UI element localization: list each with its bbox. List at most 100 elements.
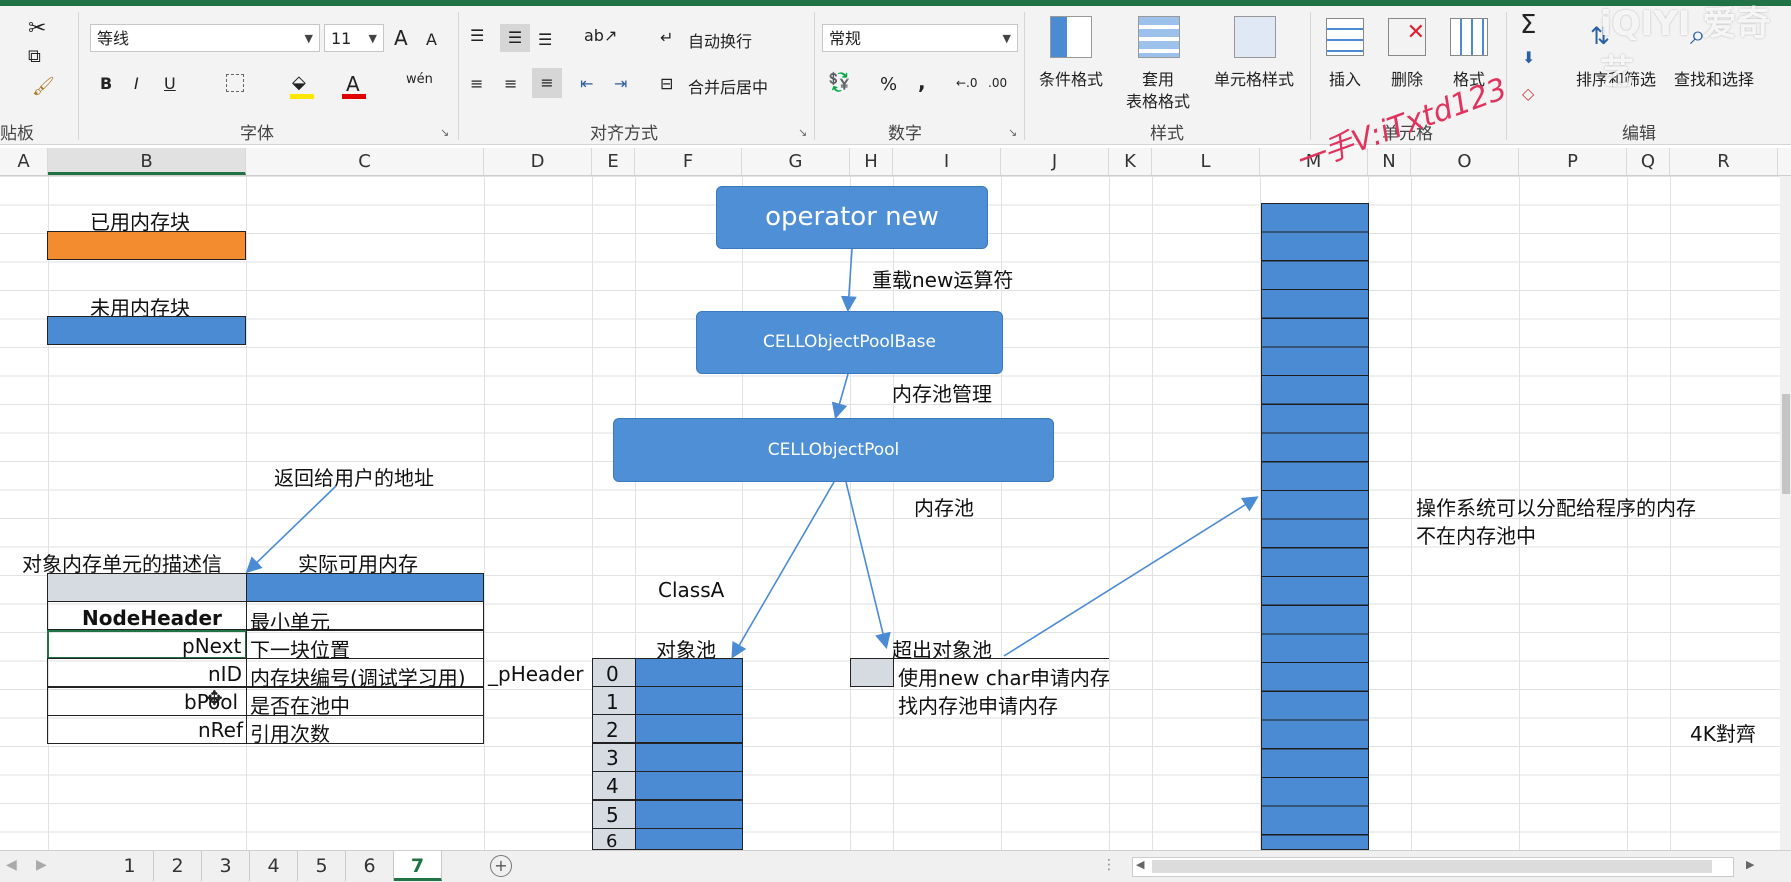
column-header[interactable]: R <box>1670 148 1778 175</box>
tab-scroll-left-icon[interactable]: ◀ <box>6 857 17 873</box>
grow-font-button[interactable]: A <box>394 26 408 50</box>
scroll-right-arrow-icon[interactable]: ▶ <box>1746 858 1754 871</box>
vertical-scroll-thumb[interactable] <box>1782 394 1790 494</box>
cell-styles-button[interactable]: 单元格样式 <box>1204 66 1304 90</box>
alignment-group-label: 对齐方式 <box>590 124 658 144</box>
conditional-format-icon[interactable] <box>1050 16 1092 58</box>
cut-icon[interactable]: ✂ <box>28 16 46 41</box>
column-header[interactable]: K <box>1109 148 1152 175</box>
mem-pool-label: 内存池 <box>914 496 974 520</box>
column-header[interactable]: D <box>484 148 592 175</box>
orientation-icon[interactable]: ab↗ <box>584 26 617 45</box>
align-middle-icon[interactable]: ☰ <box>500 24 530 52</box>
add-sheet-icon[interactable]: + <box>490 855 512 877</box>
iqiyi-watermark: iQIYI 爱奇艺 <box>1600 4 1771 93</box>
pool-index: 5 <box>606 803 619 827</box>
autosum-button[interactable]: Σ <box>1520 10 1536 40</box>
row-name: pNext <box>182 634 242 658</box>
align-left-icon[interactable]: ≡ <box>470 74 483 93</box>
legend-used-swatch <box>47 231 246 260</box>
classA-label: ClassA <box>658 578 725 602</box>
dialog-launcher-icon[interactable]: ↘ <box>1008 126 1017 139</box>
column-header[interactable]: E <box>592 148 635 175</box>
font-color-button[interactable]: A <box>346 72 360 96</box>
comma-button[interactable]: , <box>918 70 926 94</box>
align-right-icon[interactable]: ≡ <box>532 68 562 98</box>
column-header[interactable]: J <box>1001 148 1109 175</box>
percent-button[interactable]: % <box>880 74 897 95</box>
clear-icon[interactable]: ◇ <box>1522 84 1534 103</box>
format-as-table-line1[interactable]: 套用 <box>1120 66 1196 90</box>
sheet-tab[interactable]: 3 <box>202 851 250 881</box>
fill-color-icon[interactable]: ⬙ <box>292 72 306 93</box>
row-name: nID <box>208 662 242 686</box>
sheet-tab-active[interactable]: 7 <box>394 851 442 881</box>
column-header[interactable]: A <box>0 148 48 175</box>
copy-icon[interactable]: ⧉ <box>28 46 41 67</box>
column-header[interactable]: Q <box>1627 148 1670 175</box>
column-header[interactable]: B <box>48 148 246 175</box>
gridline <box>850 176 851 850</box>
format-icon[interactable] <box>1450 18 1488 56</box>
tab-scroll-right-icon[interactable]: ▶ <box>36 857 47 873</box>
dialog-launcher-icon[interactable]: ↘ <box>440 126 449 139</box>
border-icon[interactable] <box>226 74 244 92</box>
fill-icon[interactable]: ⬇ <box>1522 48 1535 67</box>
row-name: NodeHeader <box>82 606 222 630</box>
column-header[interactable]: L <box>1152 148 1260 175</box>
column-header[interactable]: O <box>1411 148 1519 175</box>
column-header[interactable]: C <box>246 148 484 175</box>
underline-button[interactable]: U <box>164 74 176 93</box>
increase-indent-icon[interactable]: ⇥ <box>614 74 627 93</box>
phonetic-button[interactable]: wén <box>406 72 433 87</box>
delete-icon[interactable]: ✕ <box>1388 18 1426 56</box>
align-center-icon[interactable]: ≡ <box>504 74 517 93</box>
shrink-font-button[interactable]: A <box>426 30 437 49</box>
number-format-combo[interactable]: 常规 ▼ <box>822 24 1018 52</box>
column-header[interactable]: F <box>635 148 742 175</box>
os-memory-column <box>1261 203 1369 850</box>
delete-button[interactable]: 删除 <box>1382 66 1432 90</box>
increase-decimal-icon[interactable]: ←.0 <box>956 76 978 90</box>
dialog-launcher-icon[interactable]: ↘ <box>798 126 807 139</box>
row-name: nRef <box>198 718 244 742</box>
wrap-text-button[interactable]: 自动换行 <box>688 28 752 52</box>
font-group-label: 字体 <box>240 124 274 144</box>
clipboard-group-label: 贴板 <box>0 124 34 144</box>
font-size-combo[interactable]: 11 ▼ <box>324 24 384 52</box>
cell-styles-icon[interactable] <box>1234 16 1276 58</box>
format-as-table-line2[interactable]: 表格格式 <box>1110 88 1206 112</box>
column-header[interactable]: I <box>893 148 1001 175</box>
format-painter-icon[interactable]: 🖌 <box>32 76 55 97</box>
decrease-indent-icon[interactable]: ⇤ <box>580 74 593 93</box>
vertical-scrollbar[interactable] <box>1780 176 1791 850</box>
font-name-combo[interactable]: 等线 ▼ <box>90 24 320 52</box>
sheet-tab[interactable]: 5 <box>298 851 346 881</box>
divider <box>1310 12 1311 140</box>
ribbon: ✂ ⧉ 🖌 贴板 等线 ▼ 11 ▼ A A B I U ⬙ A wén 字体 ↘ … <box>0 0 1791 145</box>
sheet-tab-bar: ◀ ▶ 1 2 3 4 5 6 7 + ⋮ ◀ ▶ <box>0 850 1791 882</box>
bold-button[interactable]: B <box>100 74 112 93</box>
format-as-table-icon[interactable] <box>1138 16 1180 58</box>
tab-splitter-icon[interactable]: ⋮ <box>1102 857 1116 873</box>
align-top-icon[interactable]: ☰ <box>470 26 484 45</box>
column-header[interactable]: P <box>1519 148 1627 175</box>
merge-center-button[interactable]: 合并后居中 <box>688 74 768 98</box>
sheet-tab[interactable]: 6 <box>346 851 394 881</box>
insert-button[interactable]: 插入 <box>1320 66 1370 90</box>
insert-icon[interactable] <box>1326 18 1364 56</box>
italic-button[interactable]: I <box>134 74 139 93</box>
fill-color-bar <box>290 94 314 99</box>
conditional-format-button[interactable]: 条件格式 <box>1030 66 1112 90</box>
horizontal-scroll-thumb[interactable] <box>1152 860 1712 873</box>
column-header[interactable]: G <box>742 148 850 175</box>
column-header[interactable]: H <box>850 148 893 175</box>
currency-icon[interactable]: 💱 <box>828 72 850 93</box>
sheet-tab[interactable]: 2 <box>154 851 202 881</box>
pool-block <box>635 714 743 743</box>
align-bottom-icon[interactable]: ☰ <box>538 30 552 49</box>
sheet-tab[interactable]: 4 <box>250 851 298 881</box>
scroll-left-arrow-icon[interactable]: ◀ <box>1136 858 1144 871</box>
sheet-tab[interactable]: 1 <box>106 851 154 881</box>
decrease-decimal-icon[interactable]: .00 <box>988 76 1007 90</box>
